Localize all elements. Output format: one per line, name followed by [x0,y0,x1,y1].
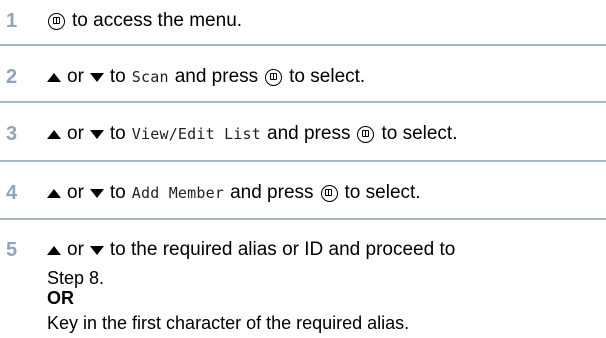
step-number: 1 [6,10,18,32]
down-arrow-key-icon [89,72,104,82]
step-instruction: to access the menu. [47,10,242,32]
procedure-steps: 1 to access the menu. 2 or to Scan and p… [0,0,606,338]
and-press-text: and press [174,66,259,87]
to-text: to [109,123,126,144]
step-instruction: or to Add Member and press to select. [47,182,421,204]
step-4: 4 or to Add Member and press to select. [0,162,606,220]
or-text: or [67,182,84,203]
down-arrow-key-icon [89,188,104,198]
step-text: to access the menu. [72,10,243,31]
up-arrow-key-icon [47,188,61,198]
menu-select-key-icon [48,12,65,30]
to-select-text: to select. [289,66,366,87]
up-arrow-key-icon [47,129,61,139]
to-text: to [109,66,126,87]
up-arrow-key-icon [47,72,61,82]
step-3: 3 or to View/Edit List and press to sele… [0,103,606,162]
step-1: 1 to access the menu. [0,0,606,46]
step-number: 5 [6,239,18,261]
step-text: to the required alias or ID and proceed … [109,239,456,260]
up-arrow-key-icon [47,245,61,255]
step-number: 2 [6,66,18,88]
to-text: to [109,182,126,203]
menu-item-name: View/Edit List [131,125,261,143]
and-press-text: and press [267,123,351,144]
step-instruction: or to View/Edit List and press to select… [47,123,458,145]
step-instruction: or to the required alias or ID and proce… [47,239,455,261]
menu-item-name: Add Member [131,184,225,202]
step-2: 2 or to Scan and press to select. [0,46,606,103]
step-number: 4 [6,182,18,204]
or-text: or [67,66,84,87]
down-arrow-key-icon [89,129,104,139]
step-instruction: or to Scan and press to select. [47,66,365,88]
menu-select-key-icon [265,68,283,86]
step-5: 5 or to the required alias or ID and pro… [0,220,606,338]
step-continuation: Step 8. [47,268,105,288]
to-select-text: to select. [381,123,458,144]
down-arrow-key-icon [89,245,104,255]
or-heading: OR [47,288,74,308]
menu-select-key-icon [320,184,338,202]
and-press-text: and press [230,182,314,203]
menu-select-key-icon [357,125,375,143]
to-select-text: to select. [344,182,421,203]
menu-item-name: Scan [131,68,169,86]
or-text: or [67,239,84,260]
step-number: 3 [6,123,18,145]
alternative-instruction: Key in the first character of the requir… [47,313,410,333]
or-text: or [67,123,84,144]
